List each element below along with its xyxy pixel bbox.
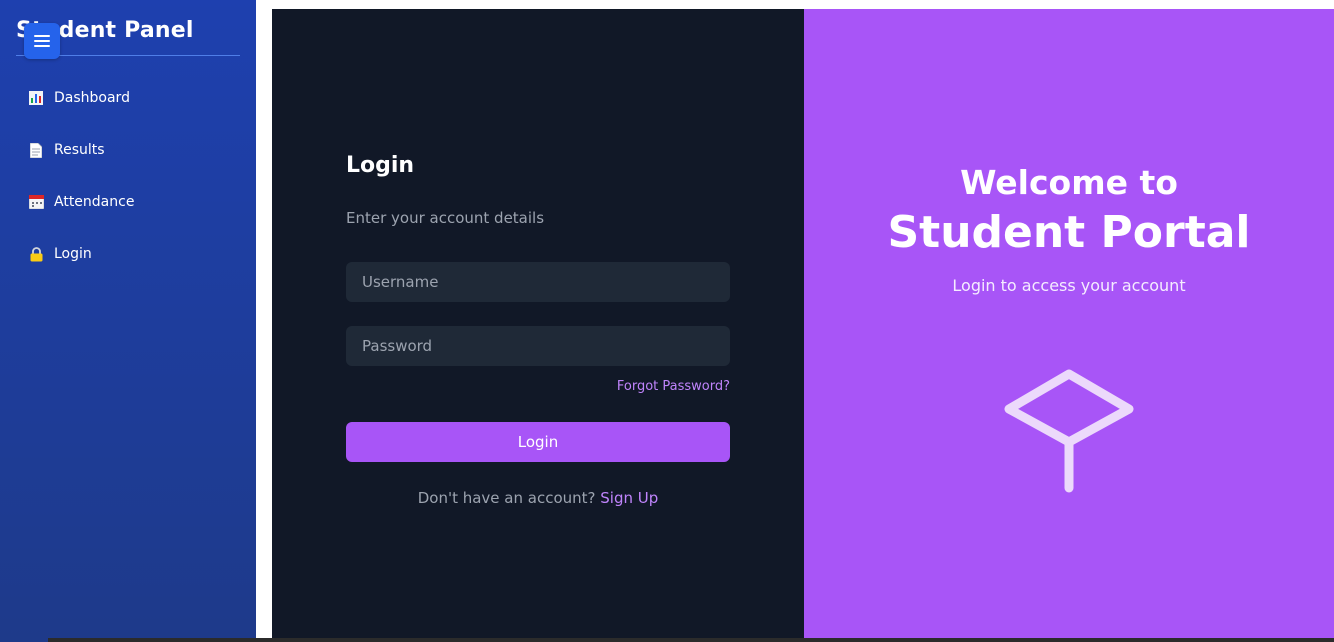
welcome-panel: Welcome to Student Portal Login to acces…	[804, 9, 1334, 642]
sidebar-item-label: Results	[54, 142, 105, 158]
sidebar-nav: Dashboard Results Attendance Login	[28, 86, 134, 294]
hamburger-icon	[34, 35, 50, 47]
signup-prompt: Don't have an account?	[417, 489, 596, 507]
sidebar-item-dashboard[interactable]: Dashboard	[28, 86, 134, 110]
sidebar-item-label: Attendance	[54, 194, 135, 210]
welcome-heading: Welcome to	[960, 163, 1178, 202]
document-icon	[28, 142, 44, 158]
menu-toggle-button[interactable]	[24, 23, 60, 59]
sidebar-item-attendance[interactable]: Attendance	[28, 190, 134, 214]
sidebar-item-label: Login	[54, 246, 92, 262]
forgot-password-link[interactable]: Forgot Password?	[617, 379, 730, 394]
calendar-icon	[28, 194, 44, 210]
signup-link[interactable]: Sign Up	[600, 489, 658, 507]
sidebar-item-login[interactable]: Login	[28, 242, 134, 266]
login-button[interactable]: Login	[346, 422, 730, 462]
login-panel: Login Enter your account details Forgot …	[272, 9, 804, 642]
bar-chart-icon	[28, 90, 44, 106]
portal-title: Student Portal	[887, 207, 1251, 258]
login-title: Login	[346, 153, 415, 178]
password-input[interactable]	[346, 326, 730, 366]
lock-icon	[28, 246, 44, 262]
welcome-subtitle: Login to access your account	[952, 276, 1186, 295]
login-subtitle: Enter your account details	[346, 209, 545, 227]
sidebar-item-label: Dashboard	[54, 90, 130, 106]
bottom-strip	[48, 638, 1334, 642]
username-input[interactable]	[346, 262, 730, 302]
graduation-cap-icon	[1004, 369, 1134, 493]
signup-line: Don't have an account? Sign Up	[346, 489, 730, 507]
sidebar: Student Panel Dashboard Results Attendan…	[0, 0, 256, 642]
sidebar-item-results[interactable]: Results	[28, 138, 134, 162]
